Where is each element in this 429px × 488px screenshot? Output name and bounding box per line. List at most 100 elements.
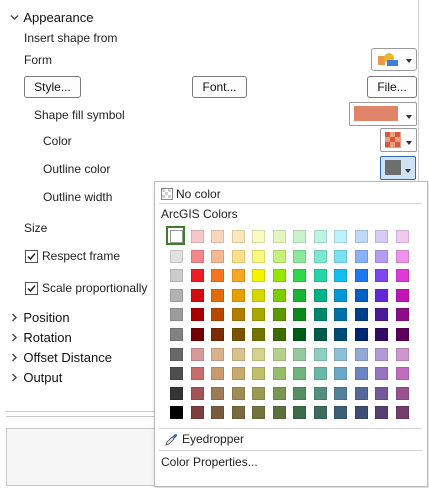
color-swatch[interactable] (354, 367, 368, 381)
color-swatch[interactable] (170, 367, 183, 381)
color-swatch[interactable] (395, 249, 409, 263)
color-swatch[interactable] (334, 386, 347, 400)
color-swatch[interactable] (190, 367, 204, 381)
color-swatch[interactable] (252, 347, 265, 361)
color-swatch[interactable] (211, 308, 224, 322)
color-swatch[interactable] (313, 328, 327, 341)
color-properties-link[interactable]: Color Properties... (161, 455, 258, 469)
color-swatch[interactable] (354, 230, 368, 243)
color-swatch[interactable] (190, 328, 204, 341)
color-swatch[interactable] (252, 308, 265, 322)
color-swatch[interactable] (231, 288, 245, 302)
shape-fill-symbol-dropdown[interactable] (349, 102, 417, 126)
color-swatch[interactable] (272, 308, 286, 322)
color-swatch[interactable] (231, 386, 245, 400)
color-swatch[interactable] (190, 249, 204, 263)
color-swatch[interactable] (395, 347, 409, 361)
color-swatch[interactable] (313, 230, 327, 243)
color-swatch[interactable] (354, 249, 368, 263)
color-swatch[interactable] (170, 406, 183, 420)
color-swatch[interactable] (252, 367, 265, 381)
section-output[interactable]: Output (10, 370, 62, 385)
color-swatch[interactable] (211, 249, 224, 263)
color-swatch[interactable] (293, 347, 306, 361)
respect-frame-checkbox[interactable]: Respect frame (24, 249, 154, 263)
color-swatch[interactable] (395, 367, 409, 381)
color-swatch[interactable] (272, 269, 286, 283)
color-swatch[interactable] (313, 269, 327, 283)
color-swatch[interactable] (375, 328, 388, 341)
color-swatch[interactable] (334, 249, 347, 263)
color-swatch[interactable] (211, 386, 224, 400)
color-swatch[interactable] (190, 269, 204, 283)
color-swatch[interactable] (293, 230, 306, 243)
color-swatch[interactable] (354, 269, 368, 283)
color-swatch[interactable] (395, 288, 409, 302)
color-swatch[interactable] (272, 328, 286, 341)
color-swatch[interactable] (272, 406, 286, 420)
color-swatch[interactable] (211, 406, 224, 420)
color-swatch[interactable] (375, 386, 388, 400)
color-swatch[interactable] (211, 367, 224, 381)
color-swatch[interactable] (354, 347, 368, 361)
color-swatch[interactable] (190, 406, 204, 420)
color-swatch[interactable] (252, 230, 265, 243)
color-swatch[interactable] (354, 328, 368, 341)
color-swatch[interactable] (375, 288, 388, 302)
color-swatch[interactable] (231, 328, 245, 341)
color-swatch[interactable] (231, 347, 245, 361)
color-swatch[interactable] (231, 249, 245, 263)
file-button[interactable]: File... (367, 76, 417, 98)
color-swatch[interactable] (170, 269, 183, 283)
color-swatch[interactable] (272, 347, 286, 361)
color-swatch[interactable] (375, 367, 388, 381)
color-swatch[interactable] (313, 367, 327, 381)
color-swatch[interactable] (293, 308, 306, 322)
style-button[interactable]: Style... (24, 76, 81, 98)
color-swatch[interactable] (190, 308, 204, 322)
color-swatch[interactable] (170, 386, 183, 400)
color-swatch[interactable] (334, 288, 347, 302)
color-swatch[interactable] (166, 226, 185, 245)
color-swatch[interactable] (231, 406, 245, 420)
color-swatch[interactable] (211, 230, 224, 243)
color-swatch[interactable] (231, 269, 245, 283)
color-swatch[interactable] (252, 269, 265, 283)
color-swatch[interactable] (252, 249, 265, 263)
color-swatch[interactable] (375, 308, 388, 322)
color-swatch[interactable] (313, 288, 327, 302)
color-swatch[interactable] (395, 328, 409, 341)
color-swatch[interactable] (354, 308, 368, 322)
color-swatch[interactable] (293, 269, 306, 283)
color-swatch[interactable] (375, 249, 388, 263)
color-swatch[interactable] (252, 386, 265, 400)
font-button[interactable]: Font... (192, 76, 247, 98)
color-swatch[interactable] (395, 386, 409, 400)
color-swatch[interactable] (252, 406, 265, 420)
color-swatch[interactable] (395, 269, 409, 283)
color-swatch[interactable] (334, 347, 347, 361)
color-swatch[interactable] (354, 406, 368, 420)
color-dropdown[interactable] (380, 128, 417, 152)
scale-proportionally-checkbox[interactable]: Scale proportionally (24, 281, 154, 295)
color-swatch[interactable] (293, 288, 306, 302)
color-swatch[interactable] (252, 328, 265, 341)
color-swatch[interactable] (272, 288, 286, 302)
color-swatch[interactable] (313, 249, 327, 263)
color-swatch[interactable] (313, 406, 327, 420)
color-swatch[interactable] (272, 230, 286, 243)
color-swatch[interactable] (231, 308, 245, 322)
color-swatch[interactable] (293, 406, 306, 420)
color-swatch[interactable] (293, 249, 306, 263)
color-swatch[interactable] (211, 347, 224, 361)
color-swatch[interactable] (334, 328, 347, 341)
color-swatch[interactable] (170, 308, 183, 322)
color-swatch[interactable] (190, 386, 204, 400)
color-swatch[interactable] (395, 308, 409, 322)
color-swatch[interactable] (190, 230, 204, 243)
section-position[interactable]: Position (10, 310, 70, 325)
color-swatch[interactable] (211, 269, 224, 283)
color-swatch[interactable] (313, 347, 327, 361)
color-swatch[interactable] (293, 386, 306, 400)
color-swatch[interactable] (375, 269, 388, 283)
